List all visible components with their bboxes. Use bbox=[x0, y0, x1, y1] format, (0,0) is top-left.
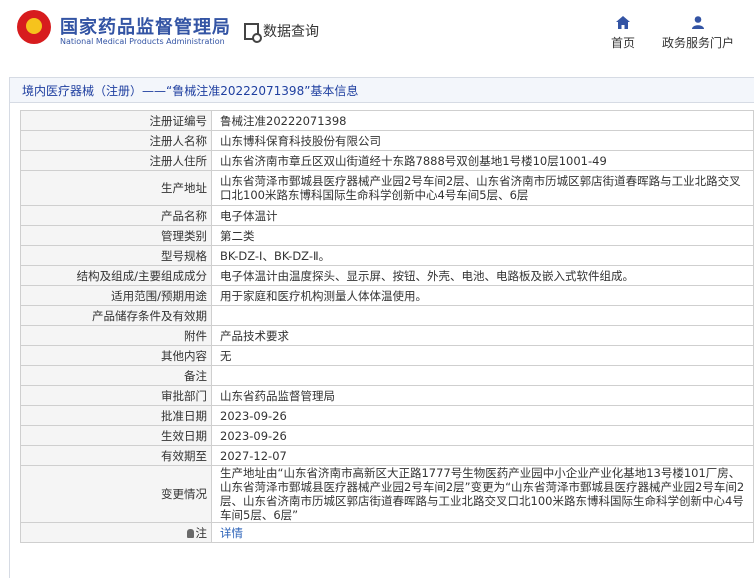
brand-name-en: National Medical Products Administration bbox=[60, 37, 225, 46]
row-label: 变更情况 bbox=[20, 465, 212, 523]
row-value: 山东省菏泽市鄄城县医疗器械产业园2号车间2层、山东省济南市历城区郭店街道春晖路与… bbox=[211, 170, 754, 206]
row-label: 生产地址 bbox=[20, 170, 212, 206]
row-label: 其他内容 bbox=[20, 345, 212, 366]
nav-service-portal-label: 政务服务门户 bbox=[662, 36, 735, 50]
table-row: 产品名称 电子体温计 bbox=[20, 205, 754, 226]
row-value bbox=[211, 365, 754, 386]
row-value: 产品技术要求 bbox=[211, 325, 754, 346]
table-row: 注册人住所 山东省济南市章丘区双山街道经十东路7888号双创基地1号楼10层10… bbox=[20, 150, 754, 171]
row-value: 电子体温计 bbox=[211, 205, 754, 226]
row-label: 有效期至 bbox=[20, 445, 212, 466]
row-label: 生效日期 bbox=[20, 425, 212, 446]
row-label: 附件 bbox=[20, 325, 212, 346]
row-label: 注册证编号 bbox=[20, 110, 212, 131]
table-row: 管理类别 第二类 bbox=[20, 225, 754, 246]
row-value: 2027-12-07 bbox=[211, 445, 754, 466]
nav-service-portal[interactable]: 政务服务门户 bbox=[662, 16, 734, 51]
row-label: 管理类别 bbox=[20, 225, 212, 246]
details-link[interactable]: 详情 bbox=[211, 522, 754, 543]
row-label: 产品储存条件及有效期 bbox=[20, 305, 212, 326]
row-label: 注册人住所 bbox=[20, 150, 212, 171]
table-row: 批准日期 2023-09-26 bbox=[20, 405, 754, 426]
table-row: 注册人名称 山东博科保育科技股份有限公司 bbox=[20, 130, 754, 151]
breadcrumb: 境内医疗器械（注册）——“鲁械注准20222071398”基本信息 bbox=[22, 83, 359, 98]
document-search-icon bbox=[244, 22, 262, 43]
table-row: 结构及组成/主要组成成分 电子体温计由温度探头、显示屏、按钮、外壳、电池、电路板… bbox=[20, 265, 754, 286]
row-value: 2023-09-26 bbox=[211, 425, 754, 446]
site-header: 国家药品监督管理局 National Medical Products Admi… bbox=[0, 0, 754, 64]
row-label: 备注 bbox=[20, 365, 212, 386]
table-row: 审批部门 山东省药品监督管理局 bbox=[20, 385, 754, 406]
record-title-bar: 境内医疗器械（注册）——“鲁械注准20222071398”基本信息 bbox=[9, 77, 754, 103]
nav-home-label: 首页 bbox=[611, 36, 636, 50]
row-value: 第二类 bbox=[211, 225, 754, 246]
table-row: 生效日期 2023-09-26 bbox=[20, 425, 754, 446]
row-value bbox=[211, 305, 754, 326]
table-row: 其他内容 无 bbox=[20, 345, 754, 366]
home-icon bbox=[616, 16, 630, 29]
row-value: 无 bbox=[211, 345, 754, 366]
note-label: 注 bbox=[195, 525, 208, 540]
lightbulb-icon bbox=[186, 528, 194, 538]
table-row: 附件 产品技术要求 bbox=[20, 325, 754, 346]
row-value: 山东博科保育科技股份有限公司 bbox=[211, 130, 754, 151]
row-label: 型号规格 bbox=[20, 245, 212, 266]
table-row: 备注 bbox=[20, 365, 754, 386]
nav-home[interactable]: 首页 bbox=[611, 16, 635, 51]
brand-name-cn: 国家药品监督管理局 bbox=[60, 17, 231, 38]
table-row: 型号规格 BK-DZ-Ⅰ、BK-DZ-Ⅱ。 bbox=[20, 245, 754, 266]
row-value: 用于家庭和医疗机构测量人体体温使用。 bbox=[211, 285, 754, 306]
row-label: 适用范围/预期用途 bbox=[20, 285, 212, 306]
row-label: 审批部门 bbox=[20, 385, 212, 406]
row-label: 产品名称 bbox=[20, 205, 212, 226]
note-label-cell: 注 bbox=[20, 522, 212, 543]
record-panel: 注册证编号 鲁械注准20222071398 注册人名称 山东博科保育科技股份有限… bbox=[9, 103, 754, 578]
table-row: 变更情况 生产地址由“山东省济南市高新区大正路1777号生物医药产业园中小企业产… bbox=[20, 465, 754, 523]
user-icon bbox=[692, 16, 704, 29]
row-value: 电子体温计由温度探头、显示屏、按钮、外壳、电池、电路板及嵌入式软件组成。 bbox=[211, 265, 754, 286]
row-label: 注册人名称 bbox=[20, 130, 212, 151]
row-value: 山东省药品监督管理局 bbox=[211, 385, 754, 406]
row-value: 山东省济南市章丘区双山街道经十东路7888号双创基地1号楼10层1001-49 bbox=[211, 150, 754, 171]
row-label: 结构及组成/主要组成成分 bbox=[20, 265, 212, 286]
row-value: 生产地址由“山东省济南市高新区大正路1777号生物医药产业园中小企业产业化基地1… bbox=[211, 465, 754, 523]
table-row: 注册证编号 鲁械注准20222071398 bbox=[20, 110, 754, 131]
table-row: 适用范围/预期用途 用于家庭和医疗机构测量人体体温使用。 bbox=[20, 285, 754, 306]
data-query-label: 数据查询 bbox=[263, 24, 319, 40]
table-row: 生产地址 山东省菏泽市鄄城县医疗器械产业园2号车间2层、山东省济南市历城区郭店街… bbox=[20, 170, 754, 206]
row-value: BK-DZ-Ⅰ、BK-DZ-Ⅱ。 bbox=[211, 245, 754, 266]
row-value: 2023-09-26 bbox=[211, 405, 754, 426]
row-label: 批准日期 bbox=[20, 405, 212, 426]
data-query-link[interactable]: 数据查询 bbox=[244, 21, 319, 43]
table-row: 产品储存条件及有效期 bbox=[20, 305, 754, 326]
nmpa-logo-icon bbox=[17, 10, 51, 44]
table-row: 注 详情 bbox=[20, 522, 754, 543]
record-table: 注册证编号 鲁械注准20222071398 注册人名称 山东博科保育科技股份有限… bbox=[20, 110, 754, 543]
row-value: 鲁械注准20222071398 bbox=[211, 110, 754, 131]
table-row: 有效期至 2027-12-07 bbox=[20, 445, 754, 466]
